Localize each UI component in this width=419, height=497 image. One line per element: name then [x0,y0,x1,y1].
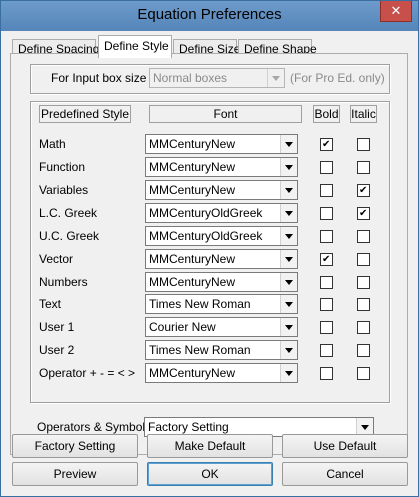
bold-checkbox[interactable] [320,161,333,174]
bold-checkbox[interactable] [320,276,333,289]
chevron-down-icon [280,364,297,382]
factory-setting-button[interactable]: Factory Setting [12,434,138,458]
pro-edition-note: (For Pro Ed. only) [290,71,385,85]
italic-checkbox[interactable] [357,161,370,174]
style-row-label: Variables [39,183,89,197]
title-bar[interactable]: Equation Preferences ✕ [1,1,418,31]
font-select-value: MMCenturyNew [149,275,236,289]
style-row-label: User 2 [39,343,75,357]
bold-checkbox[interactable] [320,253,333,266]
preview-button[interactable]: Preview [12,462,138,486]
font-select[interactable]: MMCenturyNew [145,134,298,154]
input-box-size-label: For Input box size : [51,71,154,85]
operators-symbols-label: Operators & Symbols: [37,420,155,434]
italic-checkbox[interactable] [357,207,370,220]
style-row-label: Vector [39,252,74,266]
font-select[interactable]: MMCenturyNew [145,363,298,383]
bold-checkbox[interactable] [320,367,333,380]
font-select-value: MMCenturyNew [149,137,236,151]
bold-checkbox[interactable] [320,321,333,334]
italic-checkbox[interactable] [357,321,370,334]
chevron-down-icon [280,341,297,359]
italic-checkbox[interactable] [357,138,370,151]
font-select-value: MMCenturyOldGreek [149,206,263,220]
header-bold: Bold [313,105,340,123]
chevron-down-icon [280,181,297,199]
style-row-label: Operator + - = < > [39,366,136,380]
bold-checkbox[interactable] [320,344,333,357]
operators-symbols-value: Factory Setting [148,420,229,434]
bold-checkbox[interactable] [320,207,333,220]
font-select[interactable]: MMCenturyNew [145,157,298,177]
italic-checkbox[interactable] [357,298,370,311]
font-select[interactable]: MMCenturyNew [145,272,298,292]
header-italic: Italic [350,105,377,123]
style-row-label: U.C. Greek [39,229,100,243]
ok-button[interactable]: OK [147,462,273,486]
cancel-button[interactable]: Cancel [282,462,408,486]
font-select[interactable]: Courier New [145,317,298,337]
font-select-value: MMCenturyOldGreek [149,229,263,243]
italic-checkbox[interactable] [357,276,370,289]
font-select[interactable]: Times New Roman [145,340,298,360]
input-box-size-select[interactable]: Normal boxes [149,68,285,88]
font-select-value: MMCenturyNew [149,366,236,380]
define-style-panel: For Input box size : Normal boxes (For P… [10,53,408,455]
chevron-down-icon [280,158,297,176]
style-row-label: Numbers [39,275,88,289]
style-row-label: L.C. Greek [39,206,98,220]
italic-checkbox[interactable] [357,367,370,380]
use-default-button[interactable]: Use Default [282,434,408,458]
close-button[interactable]: ✕ [380,1,412,22]
font-select-value: MMCenturyNew [149,183,236,197]
chevron-down-icon [267,69,284,87]
chevron-down-icon [280,135,297,153]
style-row-label: Text [39,297,62,311]
font-select[interactable]: MMCenturyNew [145,180,298,200]
chevron-down-icon [280,295,297,313]
font-select[interactable]: MMCenturyOldGreek [145,226,298,246]
chevron-down-icon [280,204,297,222]
font-select[interactable]: MMCenturyOldGreek [145,203,298,223]
chevron-down-icon [280,318,297,336]
italic-checkbox[interactable] [357,253,370,266]
bold-checkbox[interactable] [320,298,333,311]
input-box-size-value: Normal boxes [153,71,228,85]
italic-checkbox[interactable] [357,344,370,357]
make-default-button[interactable]: Make Default [147,434,273,458]
style-row-label: Math [39,137,66,151]
header-predefined-style: Predefined Style [39,105,131,123]
chevron-down-icon [280,227,297,245]
tab-define-style[interactable]: Define Style [98,35,172,58]
style-row-label: Function [39,160,86,174]
font-select-value: Times New Roman [149,297,251,311]
bold-checkbox[interactable] [320,230,333,243]
font-select-value: MMCenturyNew [149,252,236,266]
dialog-body: Define Spacing Define Style Define Size … [8,31,411,490]
style-row-label: User 1 [39,320,75,334]
font-select-value: MMCenturyNew [149,160,236,174]
bold-checkbox[interactable] [320,138,333,151]
font-select[interactable]: Times New Roman [145,294,298,314]
font-select-value: Times New Roman [149,343,251,357]
window-title: Equation Preferences [137,6,282,23]
header-font: Font [149,105,302,123]
equation-preferences-window: Equation Preferences ✕ Define Spacing De… [0,0,419,497]
font-select[interactable]: MMCenturyNew [145,249,298,269]
chevron-down-icon [280,250,297,268]
italic-checkbox[interactable] [357,184,370,197]
bold-checkbox[interactable] [320,184,333,197]
font-select-value: Courier New [149,320,216,334]
chevron-down-icon [280,273,297,291]
italic-checkbox[interactable] [357,230,370,243]
